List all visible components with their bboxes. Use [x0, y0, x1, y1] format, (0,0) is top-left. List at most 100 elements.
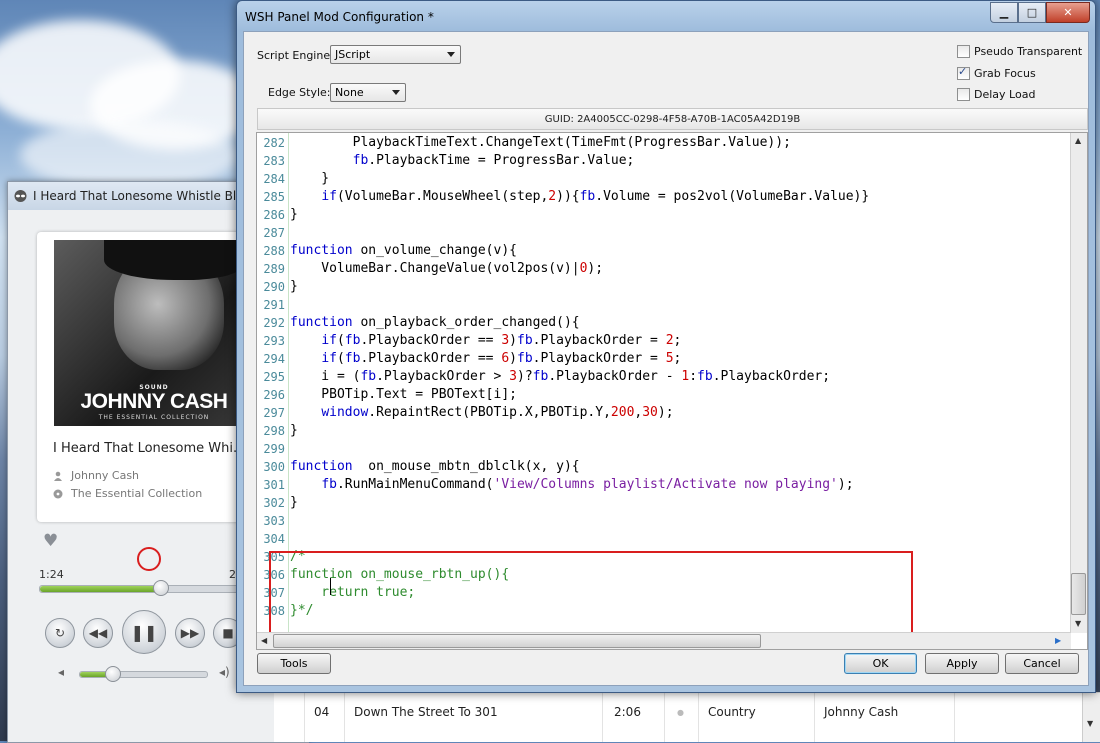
- track-number: 04: [314, 705, 330, 719]
- cancel-button-label: Cancel: [1023, 657, 1061, 670]
- window-controls: ▁ □ ✕: [990, 2, 1090, 23]
- dialog-title: WSH Panel Mod Configuration *: [245, 10, 434, 24]
- code-line[interactable]: 287: [257, 225, 1067, 243]
- pause-button[interactable]: ❚❚: [122, 610, 166, 654]
- rewind-icon: ◀◀: [88, 626, 108, 640]
- repeat-icon: ↻: [54, 626, 66, 640]
- stop-icon: ■: [222, 626, 234, 640]
- dropdown-arrow-icon: [392, 90, 400, 95]
- volume-slider-handle[interactable]: [105, 666, 122, 682]
- repeat-button[interactable]: ↻: [45, 618, 75, 648]
- playlist-view: 04 Down The Street To 301 2:06 ● Country…: [274, 692, 1100, 742]
- seek-bar-handle[interactable]: [153, 580, 169, 596]
- code-line[interactable]: 296 PBOTip.Text = PBOText[i];: [257, 387, 1067, 405]
- track-length: 2:06: [614, 705, 641, 719]
- previous-button[interactable]: ◀◀: [83, 618, 113, 648]
- code-text: function on_playback_order_changed(){: [290, 315, 580, 330]
- line-number: 297: [263, 406, 285, 420]
- horizontal-scroll-thumb[interactable]: [273, 634, 761, 648]
- code-text: i = (fb.PlaybackOrder > 3)?fb.PlaybackOr…: [290, 369, 831, 384]
- code-text: }: [290, 207, 298, 222]
- line-number: 294: [263, 352, 285, 366]
- line-number: 296: [263, 388, 285, 402]
- rating-dot-icon: ●: [677, 708, 684, 717]
- code-line[interactable]: 293 if(fb.PlaybackOrder == 3)fb.Playback…: [257, 333, 1067, 351]
- guid-bar: GUID: 2A4005CC-0298-4F58-A70B-1AC05A42D1…: [257, 108, 1088, 130]
- ok-button[interactable]: OK: [844, 653, 917, 674]
- code-text: window.RepaintRect(PBOTip.X,PBOTip.Y,200…: [321, 405, 674, 420]
- code-line[interactable]: 299: [257, 441, 1067, 459]
- seek-bar-fill: [40, 586, 161, 592]
- scroll-right-icon: ▶: [1055, 636, 1062, 645]
- scroll-left-icon: ◀: [261, 636, 268, 645]
- dropdown-arrow-icon: [447, 52, 455, 57]
- code-line[interactable]: 300 function on_mouse_mbtn_dblclk(x, y){: [257, 459, 1067, 477]
- code-line[interactable]: 285 if(VolumeBar.MouseWheel(step,2)){fb.…: [257, 189, 1067, 207]
- code-line[interactable]: 286}: [257, 207, 1067, 225]
- person-icon: [54, 471, 62, 481]
- track-artist: Johnny Cash: [824, 705, 899, 719]
- code-line[interactable]: 289 VolumeBar.ChangeValue(vol2pos(v)|0);: [257, 261, 1067, 279]
- code-line[interactable]: 304: [257, 531, 1067, 549]
- code-text: }: [290, 279, 298, 294]
- line-number: 284: [263, 172, 285, 186]
- line-number: 287: [263, 226, 285, 240]
- close-button[interactable]: ✕: [1046, 2, 1090, 23]
- code-line[interactable]: 290}: [257, 279, 1067, 297]
- code-text: if(fb.PlaybackOrder == 6)fb.PlaybackOrde…: [321, 351, 682, 366]
- code-line[interactable]: 303: [257, 513, 1067, 531]
- code-line[interactable]: 297 window.RepaintRect(PBOTip.X,PBOTip.Y…: [257, 405, 1067, 423]
- speaker-high-icon: ◂): [219, 665, 230, 679]
- code-text: if(VolumeBar.MouseWheel(step,2)){fb.Volu…: [321, 189, 870, 204]
- next-button[interactable]: ▶▶: [175, 618, 205, 648]
- code-text: PBOTip.Text = PBOText[i];: [290, 387, 517, 402]
- code-line[interactable]: 298}: [257, 423, 1067, 441]
- code-line[interactable]: 288 function on_volume_change(v){: [257, 243, 1067, 261]
- playlist-row[interactable]: 04 Down The Street To 301 2:06 ● Country…: [274, 703, 1100, 725]
- foobar-alien-icon: [14, 189, 27, 202]
- apply-button[interactable]: Apply: [925, 653, 999, 674]
- code-editor[interactable]: 282 PlaybackTimeText.ChangeText(TimeFmt(…: [256, 132, 1088, 650]
- code-line[interactable]: 283 fb.PlaybackTime = ProgressBar.Value;: [257, 153, 1067, 171]
- seek-bar[interactable]: [39, 585, 261, 593]
- playlist-scrollbar[interactable]: ▼: [1082, 693, 1100, 742]
- dialog-client: Script Engine: JScript Edge Style: None …: [243, 31, 1089, 686]
- cover-collection-text: THE ESSENTIAL COLLECTION: [98, 414, 210, 421]
- editor-vertical-scrollbar[interactable]: ▲ ▼: [1070, 133, 1087, 633]
- editor-horizontal-scrollbar[interactable]: ◀ ▶: [257, 632, 1071, 649]
- edge-style-value: None: [335, 86, 364, 99]
- ok-button-label: OK: [872, 657, 889, 670]
- edge-style-select[interactable]: None: [330, 83, 406, 102]
- vertical-scroll-thumb[interactable]: [1071, 573, 1086, 615]
- line-number: 303: [263, 514, 285, 528]
- pseudo-transparent-checkbox[interactable]: Pseudo Transparent: [957, 45, 1082, 58]
- code-line[interactable]: 301 fb.RunMainMenuCommand('View/Columns …: [257, 477, 1067, 495]
- album-cover: SOUND JOHNNY CASH THE ESSENTIAL COLLECTI…: [54, 240, 254, 426]
- code-text: VolumeBar.ChangeValue(vol2pos(v)|0);: [290, 261, 604, 276]
- line-number: 289: [263, 262, 285, 276]
- code-line[interactable]: 294 if(fb.PlaybackOrder == 6)fb.Playback…: [257, 351, 1067, 369]
- tools-button[interactable]: Tools: [257, 653, 331, 674]
- track-title: I Heard That Lonesome Whi...: [53, 441, 246, 456]
- volume-slider[interactable]: [79, 671, 208, 678]
- script-engine-select[interactable]: JScript: [330, 45, 461, 64]
- code-line[interactable]: 284 }: [257, 171, 1067, 189]
- track-name: Down The Street To 301: [354, 705, 498, 719]
- text-cursor: [330, 578, 331, 595]
- grab-focus-checkbox[interactable]: Grab Focus: [957, 65, 1036, 80]
- checkbox-label: Pseudo Transparent: [974, 45, 1083, 58]
- code-line[interactable]: 282 PlaybackTimeText.ChangeText(TimeFmt(…: [257, 135, 1067, 153]
- code-line[interactable]: 295 i = (fb.PlaybackOrder > 3)?fb.Playba…: [257, 369, 1067, 387]
- minimize-button[interactable]: ▁: [990, 2, 1018, 23]
- code-text: }: [290, 171, 330, 186]
- checkbox-label: Grab Focus: [974, 67, 1036, 80]
- code-line[interactable]: 292 function on_playback_order_changed(){: [257, 315, 1067, 333]
- line-number: 282: [263, 136, 285, 150]
- delay-load-checkbox[interactable]: Delay Load: [957, 88, 1035, 101]
- code-line[interactable]: 291: [257, 297, 1067, 315]
- heart-icon[interactable]: ♥: [43, 531, 58, 551]
- code-line[interactable]: 302}: [257, 495, 1067, 513]
- maximize-button[interactable]: □: [1018, 2, 1046, 23]
- code-text: fb.RunMainMenuCommand('View/Columns play…: [321, 477, 854, 492]
- cancel-button[interactable]: Cancel: [1005, 653, 1079, 674]
